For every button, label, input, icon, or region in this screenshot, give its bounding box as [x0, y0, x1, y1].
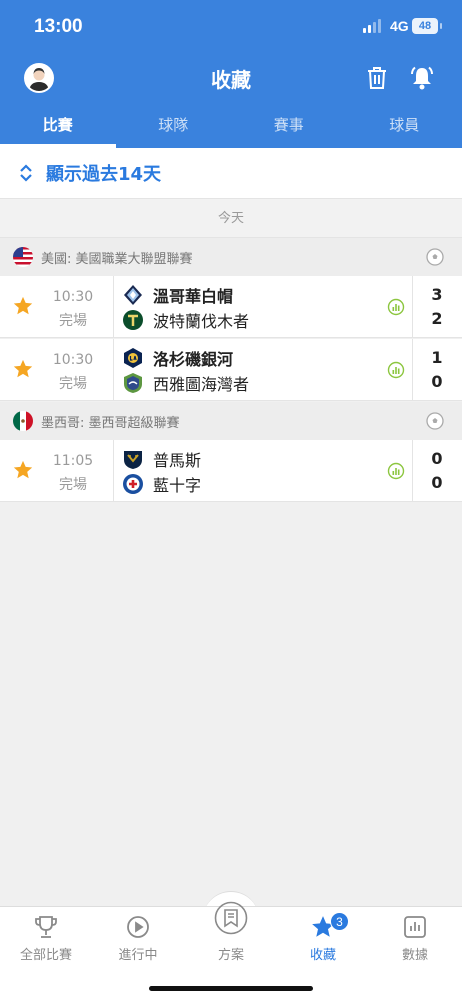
away-team: 西雅圖海灣者 [122, 372, 249, 394]
cruz-azul-logo-icon [123, 474, 143, 494]
league-name: 美國: 美國職業大聯盟聯賽 [41, 251, 193, 267]
nav-data[interactable]: 數據 [369, 913, 461, 963]
nav-label: 全部比賽 [19, 948, 72, 963]
usa-flag-icon [13, 247, 33, 267]
home-indicator [149, 986, 313, 991]
home-score: 0 [431, 449, 443, 468]
away-team: 波特蘭伐木者 [122, 309, 249, 331]
favorites-count-badge: 3 [330, 912, 349, 931]
league-header[interactable]: 美國: 美國職業大聯盟聯賽 [0, 238, 462, 276]
stats-icon[interactable] [387, 462, 405, 480]
home-team-name: 溫哥華白帽 [153, 287, 234, 306]
portland-logo-icon [123, 310, 143, 330]
match-time: 11:05 [52, 453, 94, 469]
nav-live[interactable]: 進行中 [92, 913, 184, 963]
away-score: 2 [431, 309, 443, 328]
chart-icon [369, 913, 461, 941]
date-header: 今天 [0, 198, 462, 238]
pumas-logo-icon [124, 451, 142, 469]
star-icon [277, 913, 369, 941]
away-score: 0 [431, 473, 443, 492]
tab-teams[interactable]: 球隊 [116, 108, 232, 148]
away-team-name: 波特蘭伐木者 [153, 312, 250, 331]
show-past-button[interactable]: 顯示過去14天 [0, 148, 462, 198]
tab-players[interactable]: 球員 [347, 108, 462, 148]
battery-icon: 48 [412, 18, 442, 34]
nav-all-matches[interactable]: 全部比賽 [0, 913, 92, 963]
away-team: 藍十字 [122, 473, 201, 495]
nav-label: 收藏 [309, 948, 336, 963]
away-team-name: 西雅圖海灣者 [153, 375, 250, 394]
app-header: 13:00 4G 48 收藏 比賽 球隊 賽事 球員 [0, 0, 462, 148]
soccer-ball-icon [426, 248, 444, 266]
nav-label: 方案 [217, 948, 244, 963]
home-score: 3 [431, 285, 443, 304]
tab-matches[interactable]: 比賽 [0, 108, 116, 148]
match-status: 完場 [59, 376, 87, 392]
tab-competitions[interactable]: 賽事 [231, 108, 347, 148]
tab-bar: 比賽 球隊 賽事 球員 [0, 108, 462, 148]
show-past-label: 顯示過去14天 [46, 164, 162, 185]
expand-chevron-icon [20, 164, 32, 182]
bookmark-icon [185, 901, 277, 941]
home-score: 1 [431, 348, 443, 367]
seattle-logo-icon [124, 373, 142, 393]
nav-favorites[interactable]: 收藏 [277, 913, 369, 963]
match-row[interactable]: 11:05 完場 普馬斯 藍十字 0 0 [0, 440, 462, 502]
home-team: 普馬斯 [122, 448, 201, 470]
network-label: 4G [390, 18, 409, 34]
favorite-star-icon[interactable] [12, 358, 34, 380]
soccer-ball-icon [426, 412, 444, 430]
signal-icon [363, 19, 381, 33]
status-time: 13:00 [34, 16, 83, 37]
stats-icon[interactable] [387, 298, 405, 316]
play-icon [92, 913, 184, 941]
nav-plans[interactable]: 方案 [185, 901, 277, 963]
nav-label: 數據 [401, 948, 428, 963]
page-title: 收藏 [211, 68, 251, 92]
trophy-icon [0, 913, 92, 941]
league-name: 墨西哥: 墨西哥超級聯賽 [41, 415, 180, 431]
match-row[interactable]: 10:30 完場 溫哥華白帽 波特蘭伐木者 3 2 [0, 276, 462, 338]
status-bar: 13:00 4G 48 [0, 0, 462, 52]
mexico-flag-icon [13, 411, 33, 431]
away-team-name: 藍十字 [153, 476, 202, 495]
favorite-star-icon[interactable] [12, 295, 34, 317]
nav-label: 進行中 [118, 948, 158, 963]
league-header[interactable]: 墨西哥: 墨西哥超級聯賽 [0, 402, 462, 440]
match-status: 完場 [59, 477, 87, 493]
home-team-name: 普馬斯 [153, 451, 202, 470]
favorite-star-icon[interactable] [12, 459, 34, 481]
match-time: 10:30 [52, 352, 94, 368]
match-time: 10:30 [52, 289, 94, 305]
home-team: 溫哥華白帽 [122, 284, 233, 306]
vancouver-logo-icon [124, 285, 142, 305]
bell-icon[interactable] [409, 65, 435, 95]
home-team-name: 洛杉磯銀河 [153, 350, 234, 369]
trash-icon[interactable] [366, 66, 388, 94]
la-galaxy-logo-icon [124, 348, 142, 368]
match-row[interactable]: 10:30 完場 洛杉磯銀河 西雅圖海灣者 1 0 [0, 339, 462, 401]
away-score: 0 [431, 372, 443, 391]
home-team: 洛杉磯銀河 [122, 347, 233, 369]
stats-icon[interactable] [387, 361, 405, 379]
match-status: 完場 [59, 313, 87, 329]
